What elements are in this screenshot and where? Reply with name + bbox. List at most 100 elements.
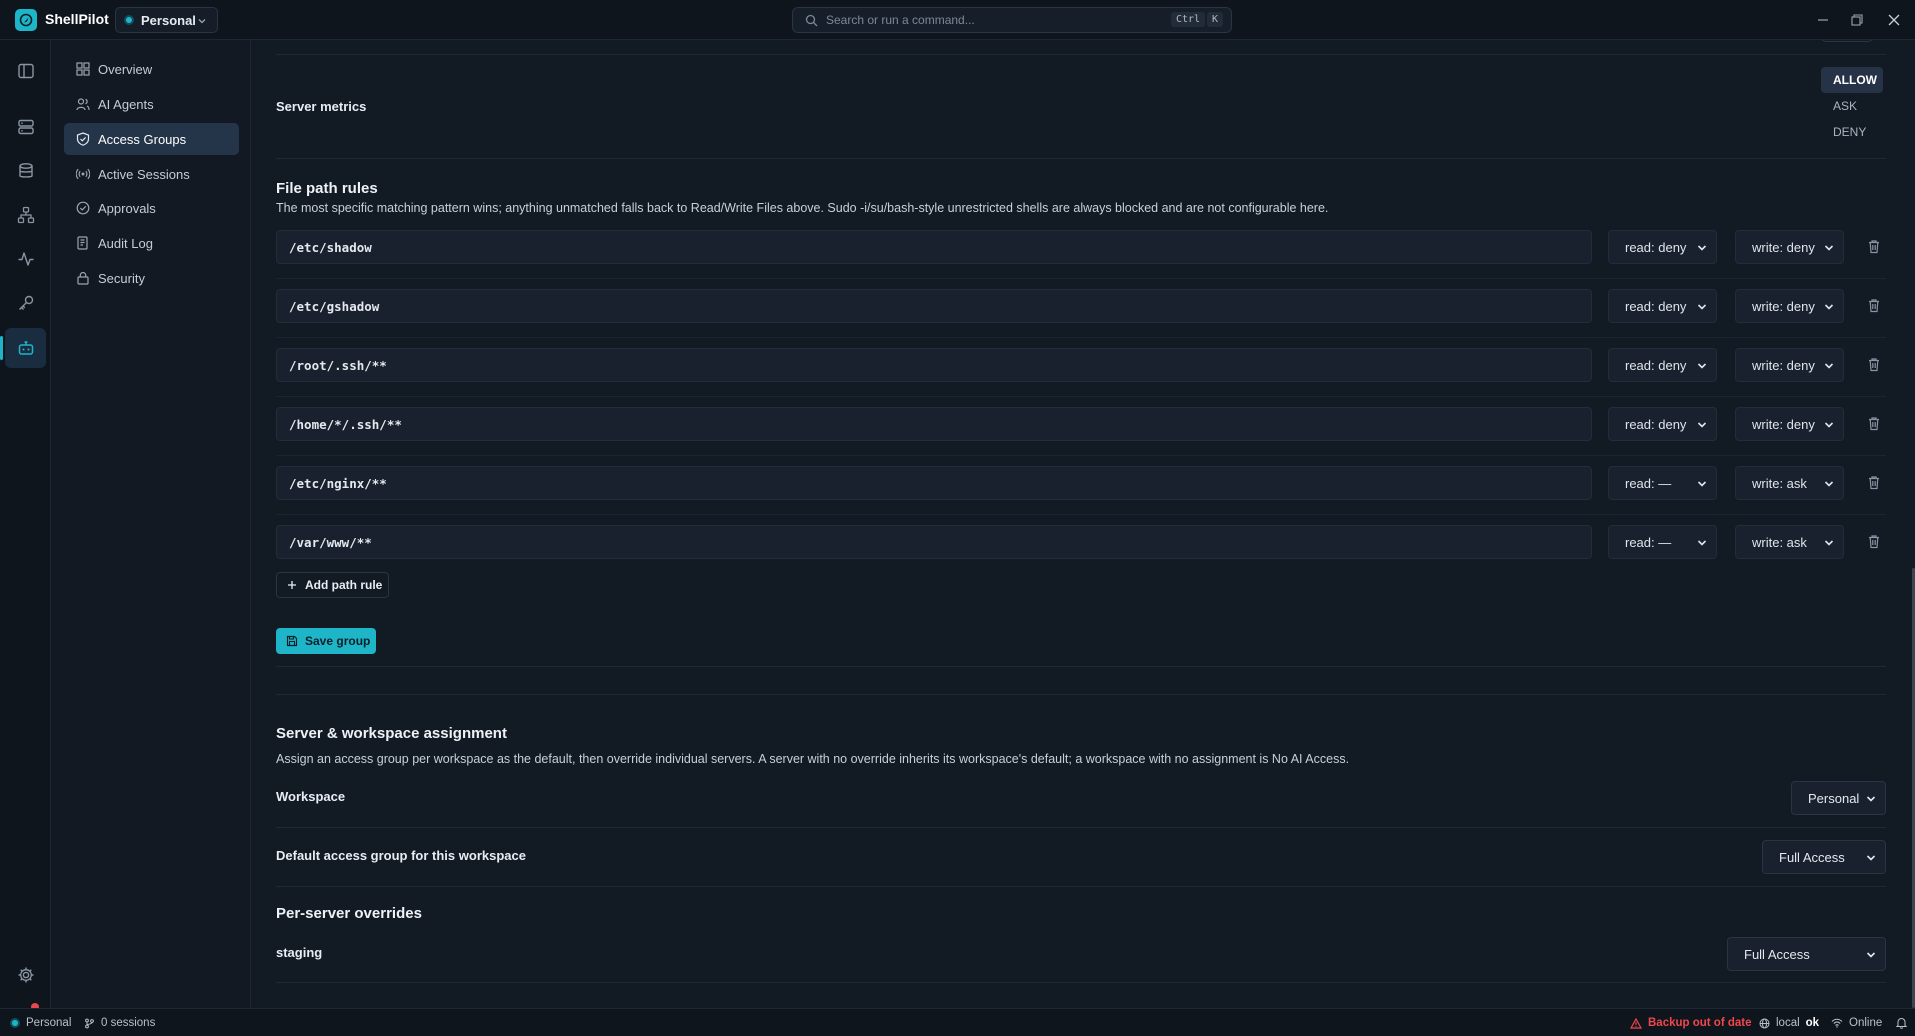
workspace-name: Personal (141, 12, 196, 28)
chevron-down-icon (1824, 362, 1834, 370)
status-backup-warning[interactable]: Backup out of date (1630, 1009, 1752, 1036)
path-pattern-input[interactable]: /etc/gshadow (276, 289, 1592, 323)
settings-gear-icon[interactable] (13, 962, 39, 988)
write-permission-select[interactable]: write: deny (1735, 289, 1844, 323)
chevron-down-icon (1824, 303, 1834, 311)
close-icon[interactable] (1886, 12, 1902, 28)
status-sessions[interactable]: 0 sessions (84, 1009, 155, 1036)
trash-icon[interactable] (1867, 534, 1881, 549)
lock-icon (76, 271, 90, 285)
divider (276, 54, 1886, 55)
path-rule-row: /home/*/.ssh/** read: deny write: deny (276, 407, 1886, 466)
trash-icon[interactable] (1867, 239, 1881, 254)
workspace-switcher[interactable]: Personal (115, 7, 218, 33)
status-network-label: Online (1849, 1017, 1883, 1029)
chevron-down-icon (1824, 539, 1834, 547)
path-pattern-input[interactable]: /var/www/** (276, 525, 1592, 559)
divider (276, 827, 1886, 828)
server-metrics-deny-option[interactable]: DENY (1821, 119, 1883, 145)
workspace-dot-icon (124, 15, 134, 25)
sidebar-item-audit-log[interactable]: Audit Log (64, 227, 239, 259)
write-permission-select[interactable]: write: deny (1735, 348, 1844, 382)
trash-icon[interactable] (1867, 298, 1881, 313)
read-permission-select[interactable]: read: — (1608, 525, 1717, 559)
network-icon[interactable] (13, 202, 39, 228)
sidebar-item-approvals[interactable]: Approvals (64, 192, 239, 224)
per-server-overrides-title: Per-server overrides (276, 905, 422, 922)
server-metrics-label: Server metrics (276, 99, 367, 114)
assignment-title: Server & workspace assignment (276, 725, 507, 742)
divider (276, 666, 1886, 667)
key-icon[interactable] (13, 290, 39, 316)
chevron-down-icon (1697, 244, 1707, 252)
chevron-down-icon (1697, 539, 1707, 547)
path-rule-row: /root/.ssh/** read: deny write: deny (276, 348, 1886, 407)
partial-control[interactable] (1821, 40, 1873, 42)
status-local[interactable]: local ok (1759, 1009, 1819, 1036)
status-backup-label: Backup out of date (1648, 1017, 1752, 1029)
sidebar-item-overview[interactable]: Overview (64, 53, 239, 85)
command-search[interactable]: Search or run a command... Ctrl K (792, 7, 1232, 33)
status-bar: Personal 0 sessions Backup out of date l… (0, 1008, 1915, 1036)
servers-icon[interactable] (13, 114, 39, 140)
sidebar-item-active-sessions[interactable]: Active Sessions (64, 158, 239, 190)
path-pattern-input[interactable]: /home/*/.ssh/** (276, 407, 1592, 441)
row-separator (276, 514, 1886, 515)
log-icon (76, 236, 90, 250)
restore-icon[interactable] (1849, 12, 1865, 28)
sidebar-item-access-groups[interactable]: Access Groups (64, 123, 239, 155)
path-pattern-input[interactable]: /etc/shadow (276, 230, 1592, 264)
save-group-button[interactable]: Save group (276, 628, 376, 654)
bell-icon[interactable] (1896, 1009, 1907, 1036)
sidebar-item-security[interactable]: Security (64, 262, 239, 294)
read-permission-select[interactable]: read: — (1608, 466, 1717, 500)
assignment-description: Assign an access group per workspace as … (276, 752, 1350, 766)
read-permission-select[interactable]: read: deny (1608, 230, 1717, 264)
trash-icon[interactable] (1867, 416, 1881, 431)
default-access-group-label: Default access group for this workspace (276, 848, 526, 863)
trash-icon[interactable] (1867, 475, 1881, 490)
trash-icon[interactable] (1867, 357, 1881, 372)
chevron-down-icon (1824, 480, 1834, 488)
read-permission-select[interactable]: read: deny (1608, 407, 1717, 441)
sidebar-item-ai-agents[interactable]: AI Agents (64, 88, 239, 120)
write-permission-select[interactable]: write: ask (1735, 525, 1844, 559)
activity-pulse-icon[interactable] (13, 246, 39, 272)
chevron-down-icon (1697, 480, 1707, 488)
minimize-icon[interactable] (1815, 12, 1831, 28)
write-permission-select[interactable]: write: ask (1735, 466, 1844, 500)
path-pattern-input[interactable]: /etc/nginx/** (276, 466, 1592, 500)
path-pattern-input[interactable]: /root/.ssh/** (276, 348, 1592, 382)
server-metrics-allow-option[interactable]: ALLOW (1821, 67, 1883, 93)
write-permission-value: write: ask (1752, 475, 1807, 491)
broadcast-icon (76, 167, 90, 181)
status-workspace[interactable]: Personal (10, 1009, 71, 1036)
default-access-group-select[interactable]: Full Access (1762, 840, 1886, 874)
file-path-rules-description: The most specific matching pattern wins;… (276, 201, 1329, 215)
write-permission-value: write: ask (1752, 534, 1807, 550)
check-circle-icon (76, 201, 90, 215)
read-permission-value: read: — (1625, 475, 1672, 491)
divider (276, 694, 1886, 695)
toggle-sidebar-icon[interactable] (13, 58, 39, 84)
add-path-rule-label: Add path rule (305, 578, 383, 592)
file-path-rules-title: File path rules (276, 180, 378, 197)
sidebar-item-label: Overview (98, 61, 153, 77)
default-access-group-value: Full Access (1779, 849, 1845, 865)
database-icon[interactable] (13, 158, 39, 184)
status-network[interactable]: Online (1831, 1009, 1882, 1036)
write-permission-select[interactable]: write: deny (1735, 407, 1844, 441)
robot-icon[interactable] (13, 335, 39, 361)
divider (276, 982, 1886, 983)
main-content: Server metrics ALLOW ASK DENY File path … (251, 40, 1915, 1008)
read-permission-value: read: deny (1625, 298, 1687, 314)
write-permission-select[interactable]: write: deny (1735, 230, 1844, 264)
app-name: ShellPilot (45, 11, 109, 27)
write-permission-value: write: deny (1752, 416, 1815, 432)
server-override-select[interactable]: Full Access (1727, 937, 1886, 971)
server-metrics-ask-option[interactable]: ASK (1821, 93, 1883, 119)
workspace-select[interactable]: Personal (1791, 781, 1886, 815)
add-path-rule-button[interactable]: Add path rule (276, 572, 389, 598)
read-permission-select[interactable]: read: deny (1608, 289, 1717, 323)
read-permission-select[interactable]: read: deny (1608, 348, 1717, 382)
